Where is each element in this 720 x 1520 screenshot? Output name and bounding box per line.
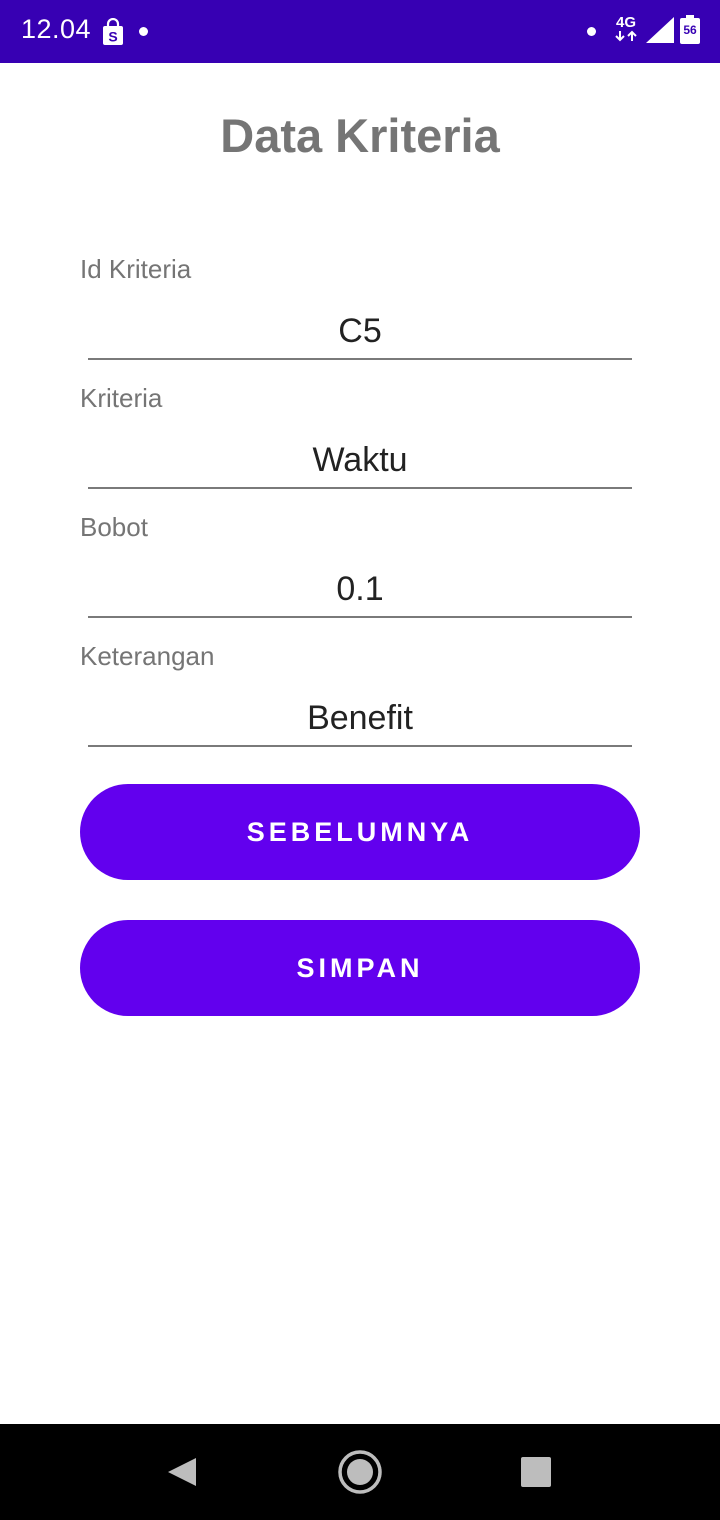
status-bar: 12.04 S 4G 56: [0, 0, 720, 63]
id-kriteria-input[interactable]: [88, 304, 632, 360]
notification-dot-icon: [587, 27, 596, 36]
status-time: 12.04: [21, 14, 92, 44]
screen: 12.04 S 4G 56 Data Kriteria Id Kriteria …: [0, 0, 720, 1520]
kriteria-label: Kriteria: [80, 383, 163, 413]
id-kriteria-label: Id Kriteria: [80, 254, 192, 284]
back-triangle-icon[interactable]: [154, 1444, 210, 1500]
kriteria-input[interactable]: [88, 433, 632, 489]
svg-text:S: S: [108, 29, 117, 45]
save-button[interactable]: SIMPAN: [80, 920, 640, 1016]
keterangan-input[interactable]: [88, 691, 632, 747]
bobot-input[interactable]: [88, 562, 632, 618]
navigation-bar: [0, 1424, 720, 1520]
signal-strength-icon: [646, 17, 674, 43]
battery-level: 56: [683, 23, 697, 37]
shopping-bag-icon: S: [103, 18, 123, 45]
network-type-icon: 4G: [612, 14, 640, 45]
home-circle-icon[interactable]: [332, 1444, 388, 1500]
keterangan-label: Keterangan: [80, 641, 215, 671]
data-arrows-icon: [615, 30, 637, 42]
recents-square-icon[interactable]: [508, 1444, 564, 1500]
previous-button[interactable]: SEBELUMNYA: [80, 784, 640, 880]
page-title: Data Kriteria: [220, 109, 500, 162]
notification-dot-icon: [139, 27, 148, 36]
network-type-label: 4G: [615, 14, 636, 31]
bobot-label: Bobot: [80, 512, 148, 542]
